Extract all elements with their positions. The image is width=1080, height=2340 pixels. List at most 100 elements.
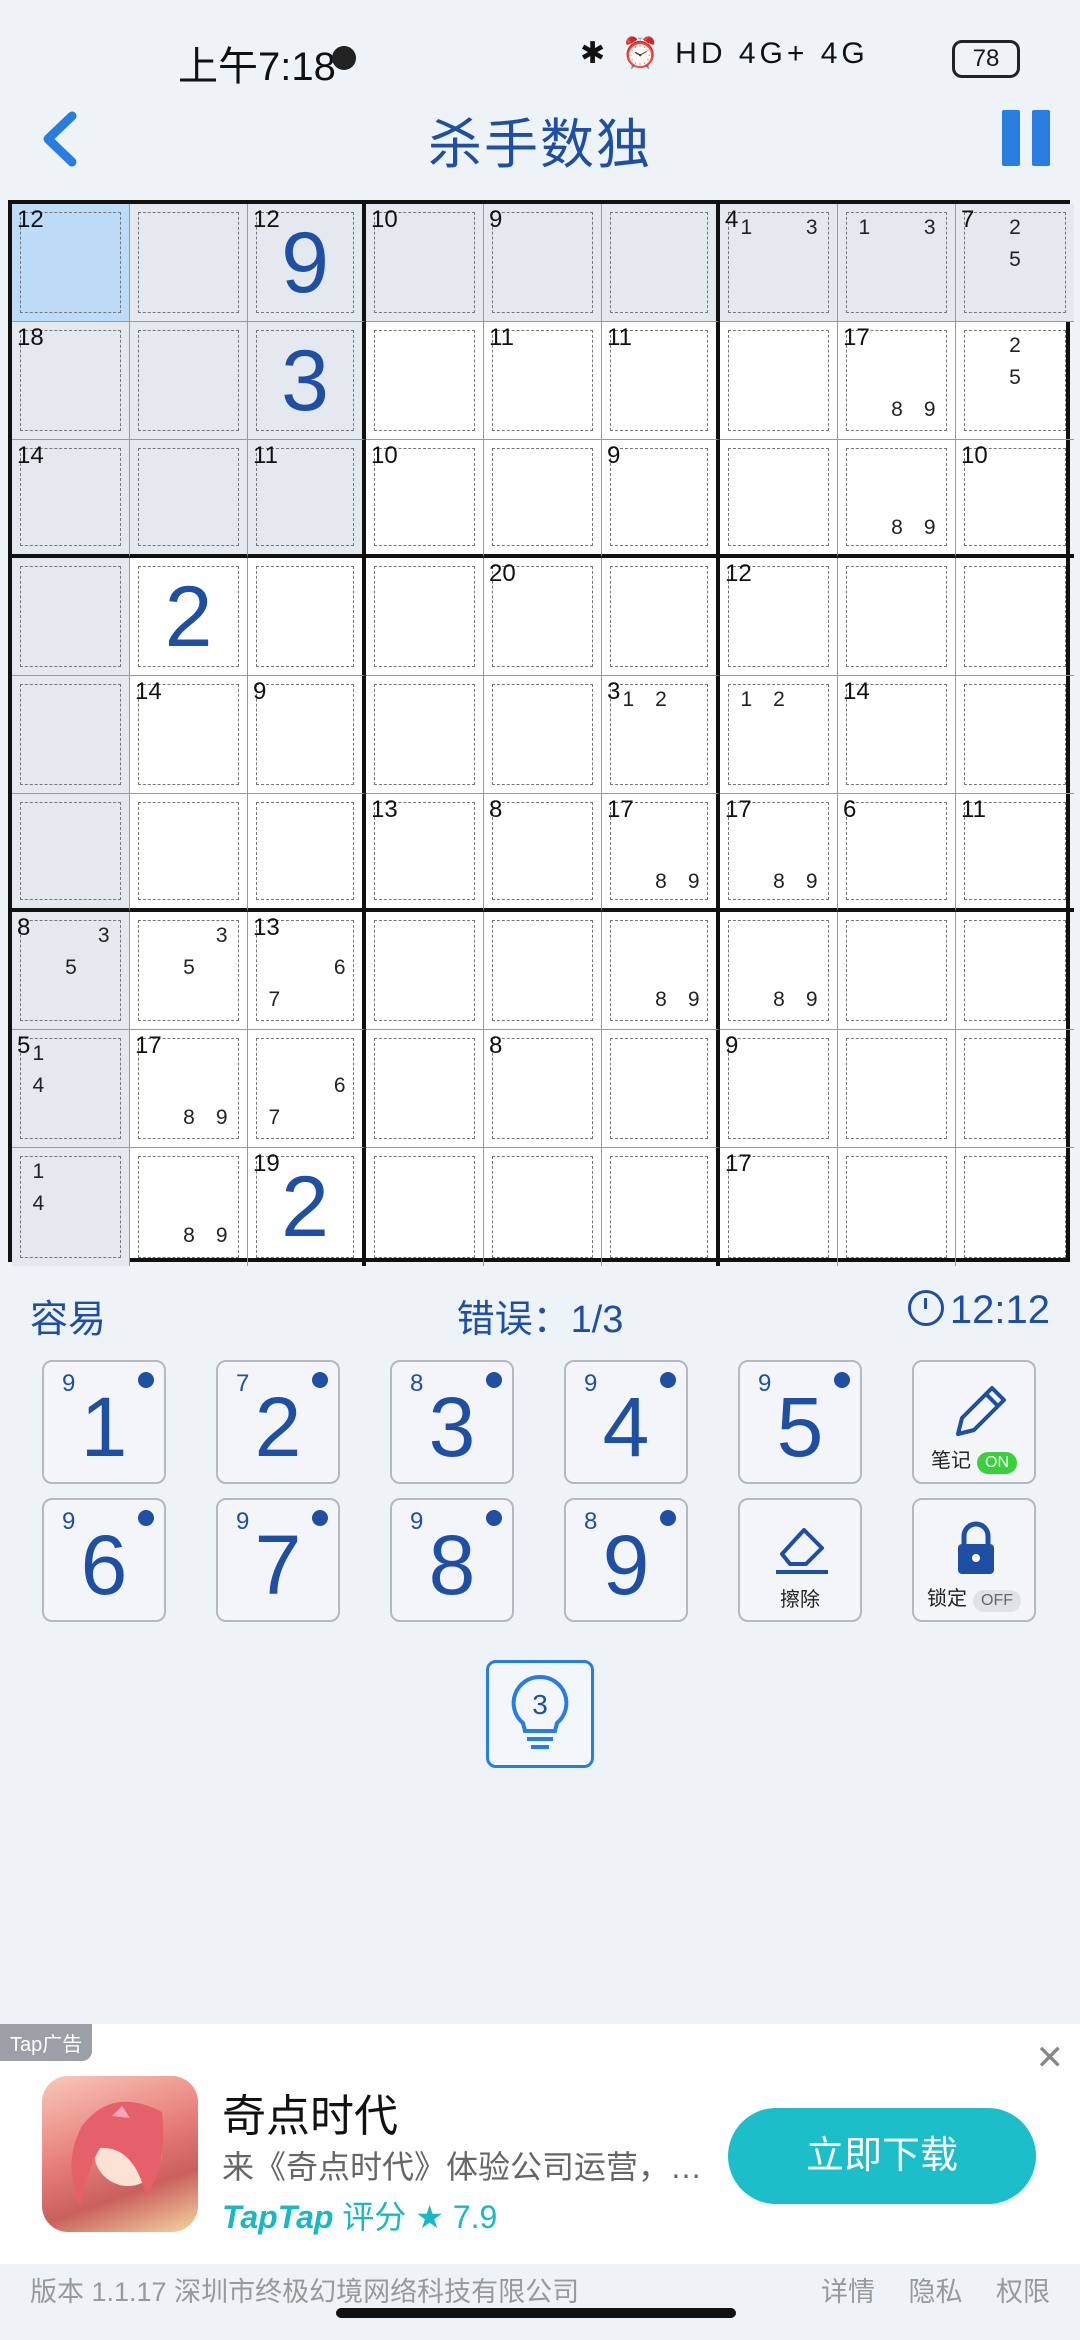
sudoku-cell[interactable]: 11 [248,440,366,558]
sudoku-cell[interactable]: 12 [720,676,838,794]
sudoku-cell[interactable]: 17 8 9 [720,794,838,912]
sudoku-cell[interactable]: 13 6 7 [248,912,366,1030]
sudoku-cell[interactable] [838,1030,956,1148]
sudoku-cell[interactable] [720,322,838,440]
sudoku-cell[interactable] [956,558,1074,676]
sudoku-cell[interactable]: 13 [838,204,956,322]
pause-button[interactable] [1002,110,1050,166]
sudoku-cell[interactable] [602,204,720,322]
sudoku-cell[interactable]: 17 8 9 [838,322,956,440]
sudoku-cell[interactable] [720,440,838,558]
number-key-7[interactable]: 97 [216,1498,340,1622]
permissions-link[interactable]: 权限 [996,2277,1050,2307]
number-key-5[interactable]: 95 [738,1360,862,1484]
sudoku-cell[interactable]: 9 [602,440,720,558]
number-key-6[interactable]: 96 [42,1498,166,1622]
sudoku-cell[interactable] [130,794,248,912]
sudoku-cell[interactable] [12,676,130,794]
sudoku-cell[interactable] [838,558,956,676]
sudoku-cell[interactable] [484,912,602,1030]
hint-button[interactable]: 3 [486,1660,594,1768]
sudoku-cell[interactable]: 8 [484,794,602,912]
sudoku-cell[interactable]: 89 [602,912,720,1030]
sudoku-cell[interactable]: 725 [956,204,1074,322]
app-icon[interactable] [42,2076,198,2232]
sudoku-cell[interactable] [956,912,1074,1030]
sudoku-cell[interactable] [248,794,366,912]
sudoku-cell[interactable]: 14 [838,676,956,794]
sudoku-cell[interactable]: 17 8 9 [130,1030,248,1148]
sudoku-cell[interactable] [130,440,248,558]
sudoku-cell[interactable] [366,1030,484,1148]
sudoku-cell[interactable]: 12 9 [248,204,366,322]
sudoku-cell[interactable]: 3 [248,322,366,440]
sudoku-cell[interactable] [366,1148,484,1266]
sudoku-cell[interactable] [484,1148,602,1266]
sudoku-cell[interactable]: 17 8 9 [602,794,720,912]
sudoku-cell[interactable] [248,558,366,676]
sudoku-cell[interactable] [602,1030,720,1148]
number-key-1[interactable]: 91 [42,1360,166,1484]
sudoku-cell[interactable]: 14 [130,676,248,794]
sudoku-cell[interactable]: 835 [12,912,130,1030]
sudoku-cell[interactable]: 11 [602,322,720,440]
sudoku-cell[interactable] [838,912,956,1030]
sudoku-cell[interactable] [838,1148,956,1266]
sudoku-cell[interactable] [366,676,484,794]
erase-button[interactable]: 擦除 [738,1498,862,1622]
sudoku-cell[interactable] [956,1030,1074,1148]
sudoku-cell[interactable]: 8 [484,1030,602,1148]
sudoku-cell[interactable]: 9 [248,676,366,794]
sudoku-cell[interactable] [956,1148,1074,1266]
ad-close-button[interactable]: ✕ [1036,2038,1065,2078]
sudoku-cell[interactable]: 11 [956,794,1074,912]
number-key-8[interactable]: 98 [390,1498,514,1622]
download-button[interactable]: 立即下载 [728,2108,1036,2204]
sudoku-cell[interactable]: 12 [12,204,130,322]
sudoku-cell[interactable]: 17 [720,1148,838,1266]
details-link[interactable]: 详情 [821,2277,875,2307]
sudoku-cell[interactable]: 35 [130,912,248,1030]
sudoku-cell[interactable] [130,204,248,322]
ad-banner[interactable]: Tap广告 ✕ 奇点时代 来《奇点时代》体验公司运营，… TapTap 评分 ★… [0,2024,1080,2264]
sudoku-cell[interactable] [366,322,484,440]
sudoku-cell[interactable]: 413 [720,204,838,322]
sudoku-cell[interactable] [484,440,602,558]
sudoku-cell[interactable] [602,1148,720,1266]
sudoku-cell[interactable]: 10 [366,204,484,322]
sudoku-cell[interactable]: 89 [838,440,956,558]
sudoku-cell[interactable]: 67 [248,1030,366,1148]
number-key-2[interactable]: 72 [216,1360,340,1484]
sudoku-cell[interactable]: 13 [366,794,484,912]
sudoku-cell[interactable]: 89 [130,1148,248,1266]
sudoku-cell[interactable]: 2 [130,558,248,676]
sudoku-cell[interactable]: 12 [720,558,838,676]
sudoku-cell[interactable]: 10 [956,440,1074,558]
privacy-link[interactable]: 隐私 [908,2277,962,2307]
sudoku-cell[interactable] [484,676,602,794]
sudoku-cell[interactable]: 89 [720,912,838,1030]
sudoku-cell[interactable]: 11 [484,322,602,440]
sudoku-cell[interactable]: 9 [720,1030,838,1148]
number-key-9[interactable]: 89 [564,1498,688,1622]
notes-button[interactable]: 笔记 ON [912,1360,1036,1484]
sudoku-cell[interactable]: 312 [602,676,720,794]
sudoku-cell[interactable] [366,558,484,676]
sudoku-cell[interactable] [12,794,130,912]
sudoku-cell[interactable]: 514 [12,1030,130,1148]
sudoku-cell[interactable] [956,676,1074,794]
sudoku-cell[interactable]: 18 [12,322,130,440]
sudoku-cell[interactable]: 20 [484,558,602,676]
sudoku-cell[interactable] [366,912,484,1030]
lock-button[interactable]: 锁定 OFF [912,1498,1036,1622]
sudoku-cell[interactable] [130,322,248,440]
sudoku-cell[interactable]: 10 [366,440,484,558]
sudoku-cell[interactable]: 6 [838,794,956,912]
sudoku-cell[interactable] [602,558,720,676]
number-key-4[interactable]: 94 [564,1360,688,1484]
sudoku-cell[interactable]: 19 2 [248,1148,366,1266]
sudoku-cell[interactable]: 25 [956,322,1074,440]
sudoku-cell[interactable]: 9 [484,204,602,322]
sudoku-cell[interactable]: 14 [12,440,130,558]
number-key-3[interactable]: 83 [390,1360,514,1484]
